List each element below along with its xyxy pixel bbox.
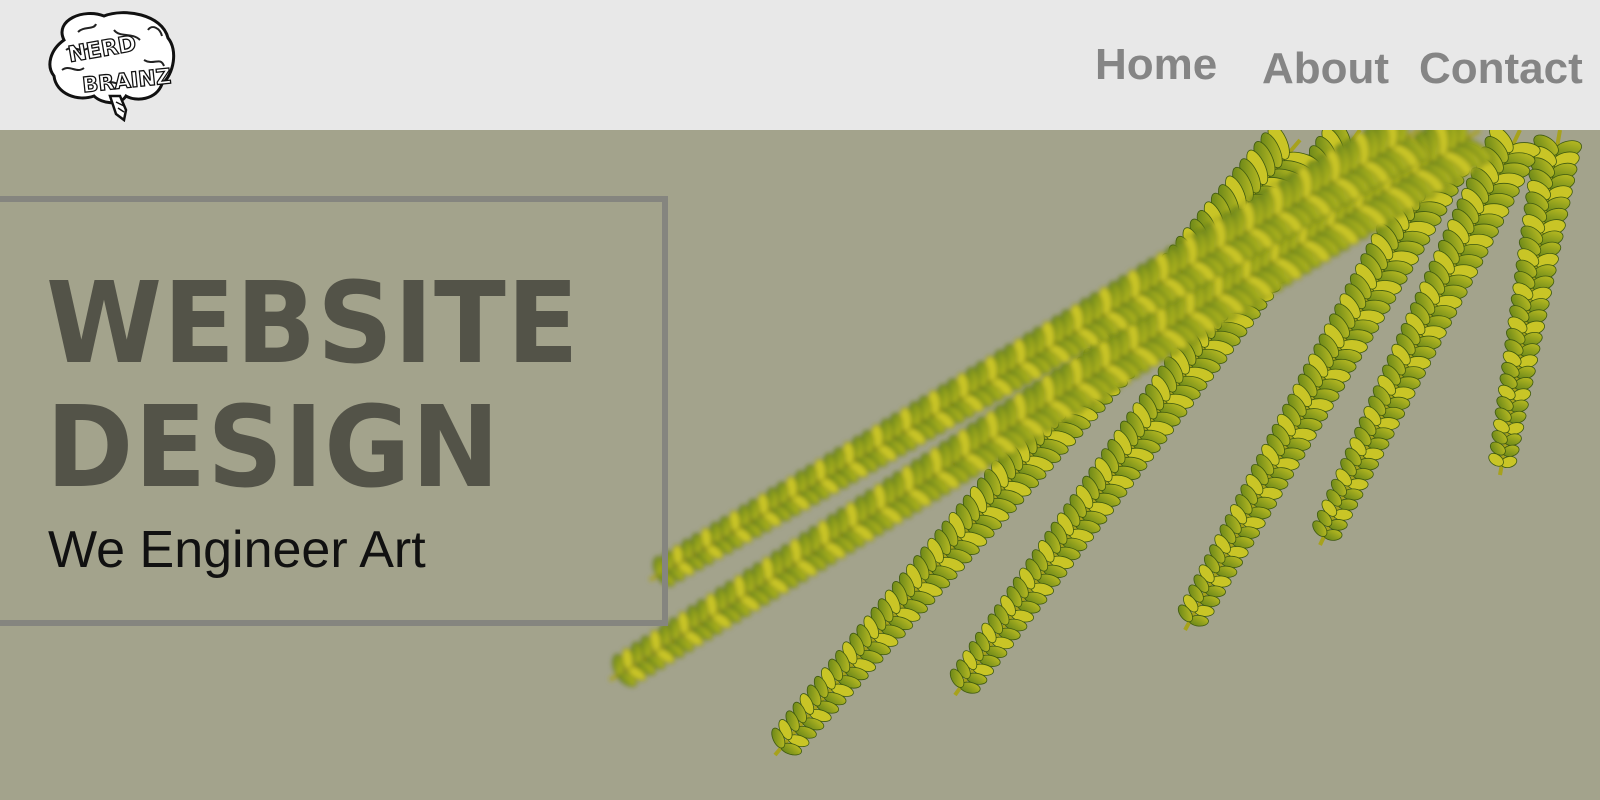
brain-logo-graphic: NERD BRAINZ [48,11,176,122]
hero-section: WEBSITE DESIGN We Engineer Art [0,130,1600,800]
hero-tagline: We Engineer Art [48,521,426,579]
hero-title-line1: WEBSITE [46,259,580,389]
fern-frond [608,130,1493,687]
hero-title-line2: DESIGN [46,383,501,513]
nav-contact-link[interactable]: Contact [1419,44,1583,94]
hero-title: WEBSITE DESIGN [46,262,580,510]
nav-home-link[interactable]: Home [1095,40,1217,90]
nav-about-link[interactable]: About [1262,44,1389,94]
top-navigation-bar: NERD BRAINZ Home About Contact [0,0,1600,130]
brain-logo-icon[interactable]: NERD BRAINZ [44,10,178,122]
